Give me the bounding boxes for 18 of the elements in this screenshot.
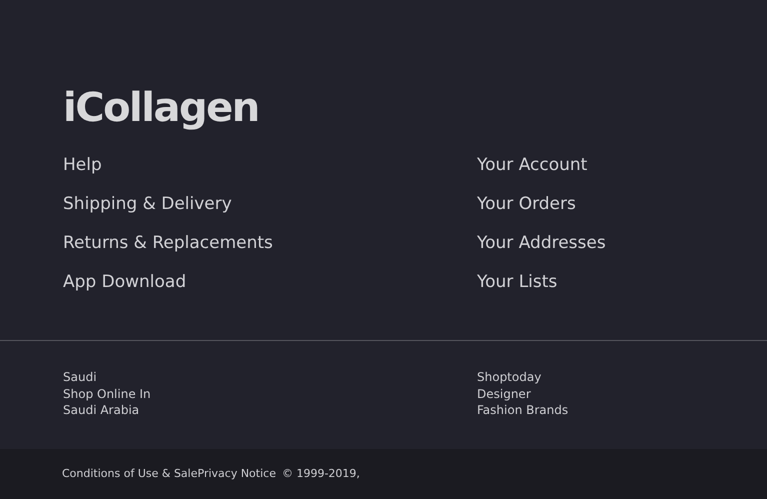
footer-link[interactable]: Help [63, 146, 102, 185]
legal-link[interactable]: Conditions of Use & Sale [62, 466, 198, 483]
footer-link[interactable]: Your Addresses [477, 224, 606, 263]
promo-link[interactable]: Designer [477, 386, 531, 402]
footer-link[interactable]: Your Orders [477, 185, 576, 224]
promo-link[interactable]: Shop Online In [63, 386, 151, 402]
promo-link[interactable]: Shoptoday [477, 369, 542, 386]
promo-link[interactable]: Saudi Arabia [63, 402, 140, 418]
copyright-text: © 1999-2019, [282, 466, 360, 482]
footer-link[interactable]: Your Lists [477, 263, 558, 302]
promo-link[interactable]: Saudi [63, 369, 97, 386]
footer-link[interactable]: App Download [63, 263, 186, 302]
promo-link[interactable]: Fashion Brands [477, 402, 568, 418]
legal-link[interactable]: Privacy Notice [198, 466, 276, 483]
footer-link[interactable]: Returns & Replacements [63, 224, 273, 263]
footer-link[interactable]: Your Account [477, 146, 588, 185]
logo[interactable]: iCollagen [63, 80, 259, 136]
footer-link[interactable]: Shipping & Delivery [63, 185, 232, 224]
